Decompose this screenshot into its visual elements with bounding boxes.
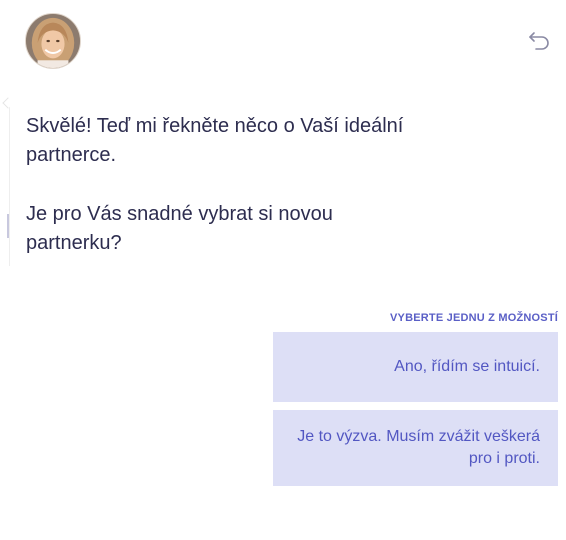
option-label: Je to výzva. Musím zvážit veškerá pro i … [297, 428, 540, 467]
bubble-accent [7, 214, 9, 238]
choose-option-label: VYBERTE JEDNU Z MOŽNOSTÍ [390, 312, 558, 324]
option-button-challenge[interactable]: Je to výzva. Musím zvážit veškerá pro i … [273, 410, 558, 486]
back-button[interactable] [526, 28, 552, 54]
option-label: Ano, řídím se intuicí. [394, 358, 540, 375]
chat-question: Je pro Vás snadné vybrat si novou partne… [26, 203, 333, 254]
chat-screen: Skvělé! Teď mi řekněte něco o Vaší ideál… [0, 0, 566, 540]
undo-arrow-icon [529, 32, 549, 50]
option-button-intuition[interactable]: Ano, řídím se intuicí. [273, 332, 558, 402]
chat-message: Skvělé! Teď mi řekněte něco o Vaší ideál… [26, 115, 404, 166]
woman-portrait-avatar-icon [26, 14, 80, 68]
avatar [25, 13, 81, 69]
